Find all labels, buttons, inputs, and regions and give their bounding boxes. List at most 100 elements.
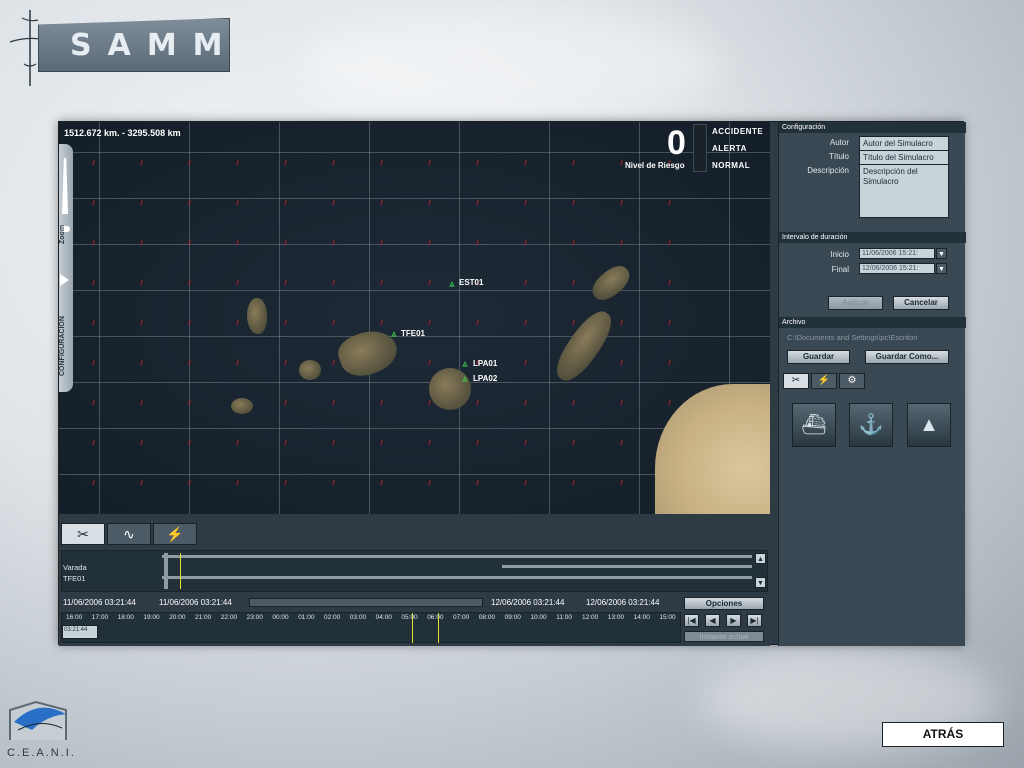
timeline-tick: 16:00 (66, 614, 83, 621)
wind-arrow-icon (332, 359, 335, 366)
final-label: Final (831, 265, 849, 274)
buoy-marker-icon[interactable]: ⩓ (391, 330, 397, 340)
wind-arrow-icon (572, 439, 575, 446)
timeline-tick: 10:00 (530, 614, 547, 621)
graph-tab-icon[interactable]: ∿ (107, 523, 151, 545)
island-lanzarote (587, 260, 635, 306)
buoy-icon[interactable]: ⚓ (849, 403, 893, 447)
skip-forward-icon[interactable]: ▶| (747, 614, 762, 627)
scroll-up-icon[interactable]: ▲ (755, 553, 766, 564)
start-date-b: 11/06/2006 03:21:44 (159, 598, 232, 607)
step-back-icon[interactable]: ◀ (705, 614, 720, 627)
timeline-tick: 23:00 (246, 614, 263, 621)
wind-arrow-icon (332, 439, 335, 446)
track-handle[interactable] (164, 553, 168, 589)
wind-arrow-icon (476, 199, 479, 206)
play-icon[interactable]: ▶ (726, 614, 741, 627)
map-view[interactable]: ⩓ EST01 ⩓ TFE01 ⩓ LPA01 ⩓ LPA02 1512.672… (59, 122, 770, 514)
wind-arrow-icon (92, 279, 95, 286)
buoy-marker-icon[interactable]: ⩓ (462, 360, 468, 370)
range-slider[interactable] (249, 598, 483, 607)
skip-back-icon[interactable]: |◀ (684, 614, 699, 627)
wind-arrow-icon (332, 159, 335, 166)
wind-arrow-icon (428, 359, 431, 366)
app-window: ⩓ EST01 ⩓ TFE01 ⩓ LPA01 ⩓ LPA02 1512.672… (58, 121, 966, 646)
wind-arrow-icon (668, 359, 671, 366)
app-logo-title: SAMM (70, 28, 239, 63)
guardar-button[interactable]: Guardar (787, 350, 850, 364)
tools-tab-icon[interactable]: ✂ (61, 523, 105, 545)
wind-arrow-icon (380, 199, 383, 206)
wind-arrow-icon (92, 399, 95, 406)
wind-arrow-icon (284, 399, 287, 406)
tools-icon[interactable]: ✂ (783, 373, 809, 389)
wind-arrow-icon (524, 479, 527, 486)
file-path: C:\Documents and Settings\pc\Escritori (787, 333, 918, 342)
cancelar-button[interactable]: Cancelar (893, 296, 949, 310)
track-cursor (180, 553, 181, 589)
timeline-tick: 18:00 (117, 614, 134, 621)
wind-arrow-icon (140, 159, 143, 166)
event-tracks[interactable]: Varada TFE01 ▲ ▼ (61, 550, 768, 592)
wind-arrow-icon (620, 319, 623, 326)
wind-arrow-icon (380, 159, 383, 166)
buoy-marker-icon[interactable]: ⩓ (462, 375, 468, 385)
wind-arrow-icon (428, 159, 431, 166)
chevron-down-icon[interactable]: ▼ (936, 248, 947, 259)
zoom-slider-track[interactable] (62, 158, 68, 214)
timeline-scale[interactable]: 03:21:44 16:00 17:00 18:00 19:00 20:00 21:00 2… (61, 612, 681, 643)
final-date-field[interactable]: 12/06/2006 15:21: (859, 263, 935, 274)
current-time-badge: 03:21:44 (62, 625, 98, 639)
zoom-label: Zoom (59, 224, 66, 244)
submarine-icon[interactable]: ▲ (907, 403, 951, 447)
wind-arrow-icon (428, 479, 431, 486)
autor-label: Autor (829, 138, 849, 147)
timeline-tick: 20:00 (169, 614, 186, 621)
instante-actual-button[interactable]: Instante actual (684, 631, 764, 642)
wind-arrow-icon (236, 479, 239, 486)
guardar-como-button[interactable]: Guardar Como... (865, 350, 949, 364)
gears-icon[interactable]: ⚙ (839, 373, 865, 389)
wind-arrow-icon (476, 319, 479, 326)
island-la-gomera (299, 360, 321, 380)
expand-arrow-icon[interactable] (60, 274, 69, 286)
wind-arrow-icon (428, 319, 431, 326)
events-tab-icon[interactable]: ⚡ (153, 523, 197, 545)
risk-level-label: Nivel de Riesgo (625, 161, 685, 170)
side-config-tab[interactable]: Zoom CONFIGURACION (59, 144, 73, 392)
inicio-date-field[interactable]: 11/06/2006 15:21: (859, 248, 935, 259)
wind-arrow-icon (380, 399, 383, 406)
wind-arrow-icon (236, 159, 239, 166)
island-la-palma (247, 298, 267, 334)
wind-arrow-icon (668, 279, 671, 286)
chevron-down-icon[interactable]: ▼ (936, 263, 947, 274)
wind-arrow-icon (284, 279, 287, 286)
wind-arrow-icon (284, 479, 287, 486)
aplicar-button[interactable]: Aplicar (828, 296, 883, 310)
config-panel: Configuración Autor Autor del Simulacro … (778, 122, 966, 646)
wind-arrow-icon (524, 319, 527, 326)
grid-line (59, 152, 770, 153)
chart-tab-icon[interactable]: ⚡ (811, 373, 837, 389)
descripcion-field[interactable]: Descripción del Simulacro (859, 164, 949, 218)
wind-arrow-icon (284, 319, 287, 326)
buoy-marker-icon[interactable]: ⩓ (449, 280, 455, 290)
scroll-down-icon[interactable]: ▼ (755, 577, 766, 588)
wind-arrow-icon (476, 439, 479, 446)
opciones-button[interactable]: Opciones (684, 597, 764, 610)
wind-arrow-icon (524, 199, 527, 206)
timeline-tick: 02:00 (324, 614, 341, 621)
timeline-tick: 07:00 (453, 614, 470, 621)
wind-arrow-icon (92, 359, 95, 366)
timeline-tick: 05:00 (401, 614, 418, 621)
grid-line (639, 122, 640, 514)
wind-arrow-icon (572, 159, 575, 166)
wind-arrow-icon (428, 279, 431, 286)
timeline-tick: 12:00 (582, 614, 599, 621)
atras-button[interactable]: ATRÁS (882, 722, 1004, 747)
track-bar (502, 565, 752, 568)
config-tab-label[interactable]: CONFIGURACION (59, 316, 66, 376)
timeline-area: ✂ ∿ ⚡ Varada TFE01 ▲ ▼ 11/06/2006 03:21:… (59, 518, 770, 646)
ship-icon[interactable]: ⛴ (792, 403, 836, 447)
timeline-tick: 13:00 (607, 614, 625, 621)
